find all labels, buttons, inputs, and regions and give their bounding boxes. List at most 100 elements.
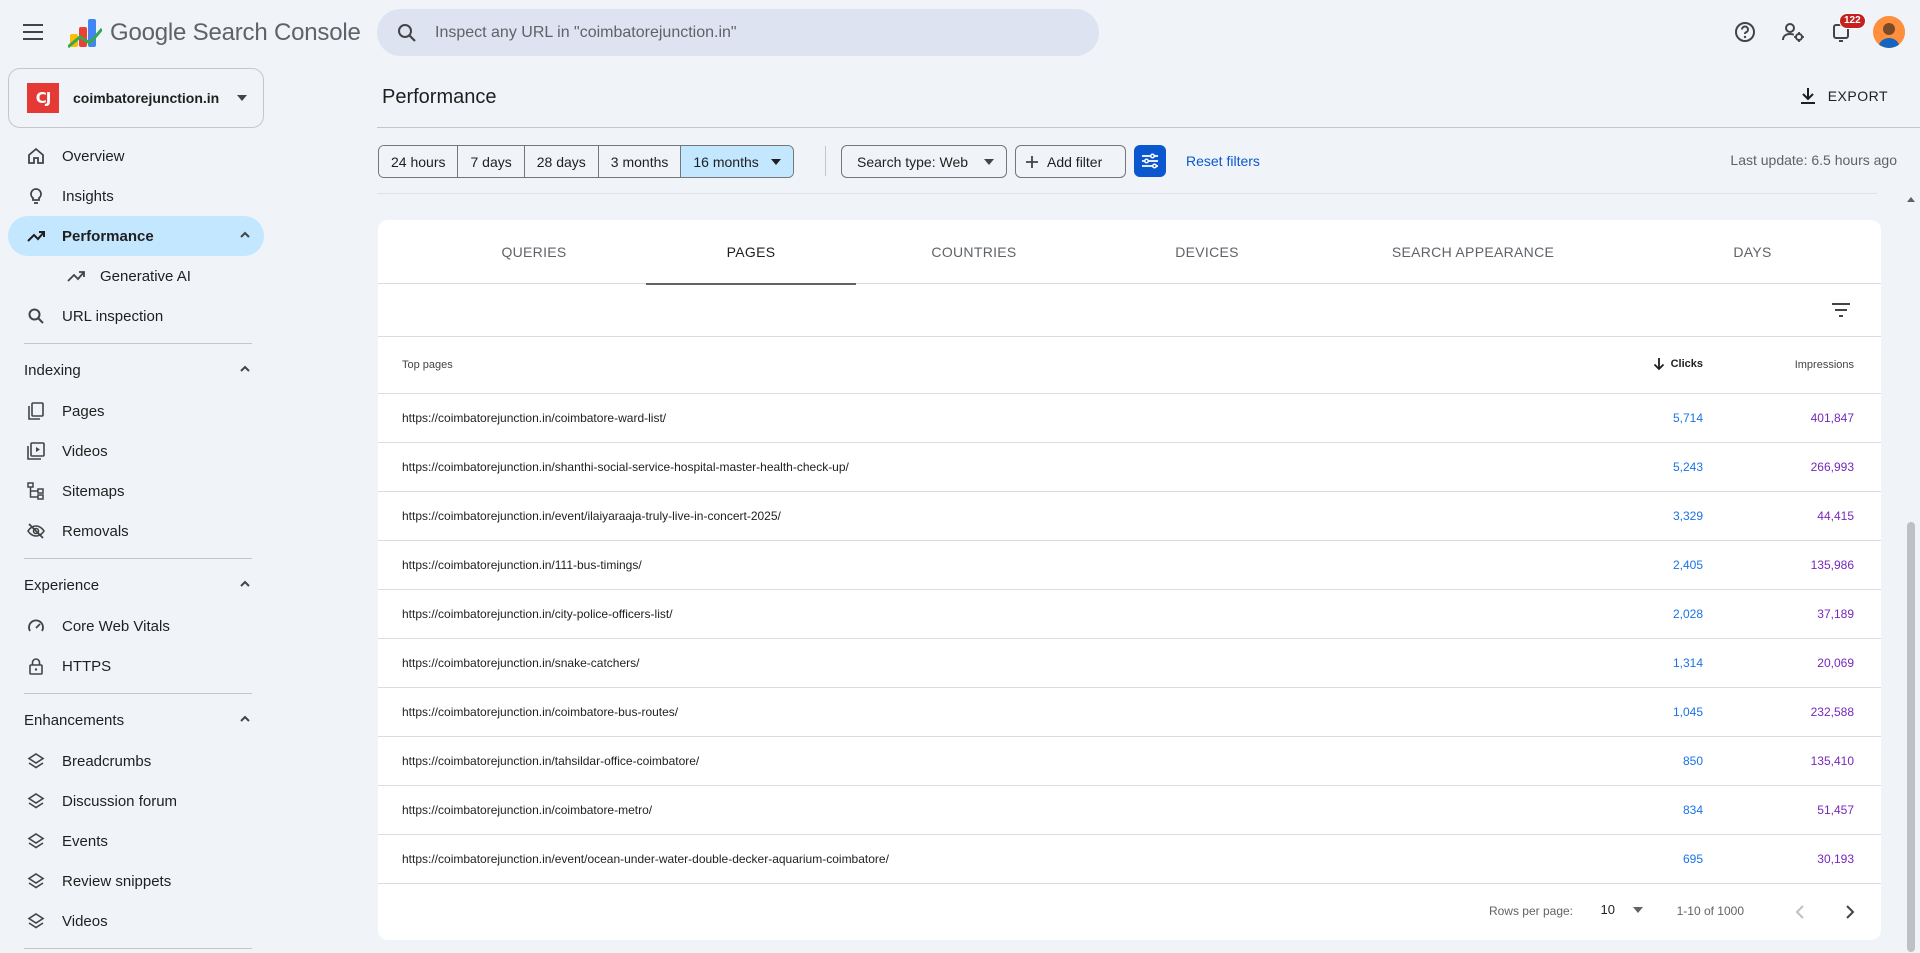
page-url: https://coimbatorejunction.in/coimbatore… (402, 705, 679, 719)
column-header-clicks[interactable]: Clicks (1653, 357, 1703, 371)
date-range-selector: 24 hours 7 days 28 days 3 months 16 mont… (378, 145, 794, 178)
range-7-days[interactable]: 7 days (458, 146, 525, 177)
main-menu-icon[interactable] (18, 16, 50, 48)
impressions-value: 232,588 (1810, 705, 1854, 719)
sidebar-item-insights[interactable]: Insights (8, 176, 264, 216)
property-name: coimbatorejunction.in (73, 90, 220, 106)
filter-list-icon[interactable] (1829, 298, 1853, 322)
sidebar-item-label: Pages (62, 402, 105, 420)
table-row[interactable]: https://coimbatorejunction.in/111-bus-ti… (378, 541, 1881, 590)
sidebar-item-pages[interactable]: Pages (8, 391, 264, 431)
sidebar-item-videos[interactable]: Videos (8, 431, 264, 471)
section-enhancements[interactable]: Enhancements (8, 700, 264, 740)
table-row[interactable]: https://coimbatorejunction.in/tahsildar-… (378, 737, 1881, 786)
url-inspection-input[interactable] (435, 23, 1055, 42)
table-row[interactable]: https://coimbatorejunction.in/snake-catc… (378, 639, 1881, 688)
section-title: Experience (24, 576, 100, 594)
property-logo: CJ (27, 83, 59, 113)
divider (24, 948, 252, 949)
export-button[interactable]: EXPORT (1800, 82, 1888, 110)
sidebar-item-label: Performance (62, 227, 154, 245)
sidebar-item-url-inspection[interactable]: URL inspection (8, 296, 264, 336)
tab-days[interactable]: DAYS (1624, 220, 1881, 284)
sidebar-item-label: Videos (62, 442, 108, 460)
filter-settings-icon[interactable] (1134, 145, 1166, 177)
sidebar-item-generative-ai[interactable]: Generative AI (8, 256, 264, 296)
main-scrollbar[interactable] (1907, 197, 1915, 953)
sidebar-item-core-web-vitals[interactable]: Core Web Vitals (8, 606, 264, 646)
manage-users-icon[interactable] (1777, 16, 1809, 48)
dimension-tabs: QUERIES PAGES COUNTRIES DEVICES SEARCH A… (378, 220, 1881, 285)
page-url: https://coimbatorejunction.in/111-bus-ti… (402, 558, 642, 572)
sidebar-item-discussion-forum[interactable]: Discussion forum (8, 781, 264, 821)
table-row[interactable]: https://coimbatorejunction.in/city-polic… (378, 590, 1881, 639)
plus-icon (1026, 155, 1038, 168)
account-avatar[interactable] (1873, 16, 1905, 48)
table-row[interactable]: https://coimbatorejunction.in/coimbatore… (378, 688, 1881, 737)
sidebar-item-videos-enhancement[interactable]: Videos (8, 901, 264, 941)
lock-icon (26, 656, 46, 676)
column-header-impressions[interactable]: Impressions (1795, 359, 1854, 371)
section-indexing[interactable]: Indexing (8, 350, 264, 390)
caret-down-icon (770, 158, 781, 165)
search-console-logo[interactable]: Google Search Console (68, 16, 361, 50)
impressions-value: 20,069 (1817, 656, 1854, 670)
tab-pages[interactable]: PAGES (646, 220, 856, 285)
clicks-value: 5,714 (1672, 411, 1703, 425)
clicks-value: 2,405 (1672, 558, 1703, 572)
notification-count-badge: 122 (1839, 13, 1866, 29)
table-row[interactable]: https://coimbatorejunction.in/coimbatore… (378, 786, 1881, 835)
sidebar-item-breadcrumbs[interactable]: Breadcrumbs (8, 741, 264, 781)
table-row[interactable]: https://coimbatorejunction.in/shanthi-so… (378, 443, 1881, 492)
range-16-months[interactable]: 16 months (681, 146, 793, 177)
dimensions-table-card: QUERIES PAGES COUNTRIES DEVICES SEARCH A… (378, 220, 1881, 940)
section-experience[interactable]: Experience (8, 565, 264, 605)
add-filter-button[interactable]: Add filter (1015, 145, 1126, 178)
clicks-value: 3,329 (1672, 509, 1703, 523)
sidebar-item-removals[interactable]: Removals (8, 511, 264, 551)
tab-devices[interactable]: DEVICES (1092, 220, 1322, 284)
property-selector[interactable]: CJ coimbatorejunction.in (8, 68, 264, 128)
range-3-months[interactable]: 3 months (598, 146, 682, 177)
layers-icon (26, 831, 46, 851)
tab-search-appearance[interactable]: SEARCH APPEARANCE (1322, 220, 1624, 284)
rows-per-page-select[interactable]: 10 (1601, 902, 1643, 917)
notifications-icon[interactable]: 122 (1825, 13, 1866, 48)
next-page-icon[interactable] (1834, 896, 1866, 928)
clicks-value: 834 (1682, 803, 1703, 817)
sidebar-item-label: Overview (62, 147, 125, 165)
sidebar-item-label: Breadcrumbs (62, 752, 152, 770)
tab-countries[interactable]: COUNTRIES (856, 220, 1092, 284)
sidebar-item-label: Discussion forum (62, 792, 178, 810)
sidebar-item-https[interactable]: HTTPS (8, 646, 264, 686)
eye-off-icon (26, 521, 46, 541)
column-header-top-pages: Top pages (402, 359, 453, 371)
caret-down-icon (1633, 906, 1643, 913)
pagination-range: 1-10 of 1000 (1676, 904, 1744, 918)
scrollbar-thumb[interactable] (1907, 522, 1915, 952)
search-type-label: Search type: Web (857, 153, 969, 170)
reset-filters-link[interactable]: Reset filters (1186, 153, 1260, 169)
help-icon[interactable] (1729, 16, 1761, 48)
divider (377, 127, 1920, 128)
previous-page-icon[interactable] (1784, 896, 1816, 928)
sidebar-item-sitemaps[interactable]: Sitemaps (8, 471, 264, 511)
divider (24, 558, 252, 559)
sidebar-item-overview[interactable]: Overview (8, 136, 264, 176)
chevron-up-icon (240, 580, 250, 587)
table-row[interactable]: https://coimbatorejunction.in/coimbatore… (378, 394, 1881, 443)
table-row[interactable]: https://coimbatorejunction.in/event/ilai… (378, 492, 1881, 541)
page-url: https://coimbatorejunction.in/event/ilai… (402, 509, 781, 523)
search-type-chip[interactable]: Search type: Web (841, 145, 1007, 178)
sidebar-item-events[interactable]: Events (8, 821, 264, 861)
sidebar-item-performance[interactable]: Performance (8, 216, 264, 256)
url-inspection-search[interactable] (377, 9, 1099, 56)
table-row[interactable]: https://coimbatorejunction.in/event/ocea… (378, 835, 1881, 884)
chevron-up-icon[interactable] (238, 228, 252, 242)
caret-down-icon (984, 159, 994, 165)
tab-queries[interactable]: QUERIES (378, 220, 690, 284)
sidebar-item-review-snippets[interactable]: Review snippets (8, 861, 264, 901)
range-24-hours[interactable]: 24 hours (379, 146, 459, 177)
range-28-days[interactable]: 28 days (524, 146, 599, 177)
divider (24, 693, 252, 694)
